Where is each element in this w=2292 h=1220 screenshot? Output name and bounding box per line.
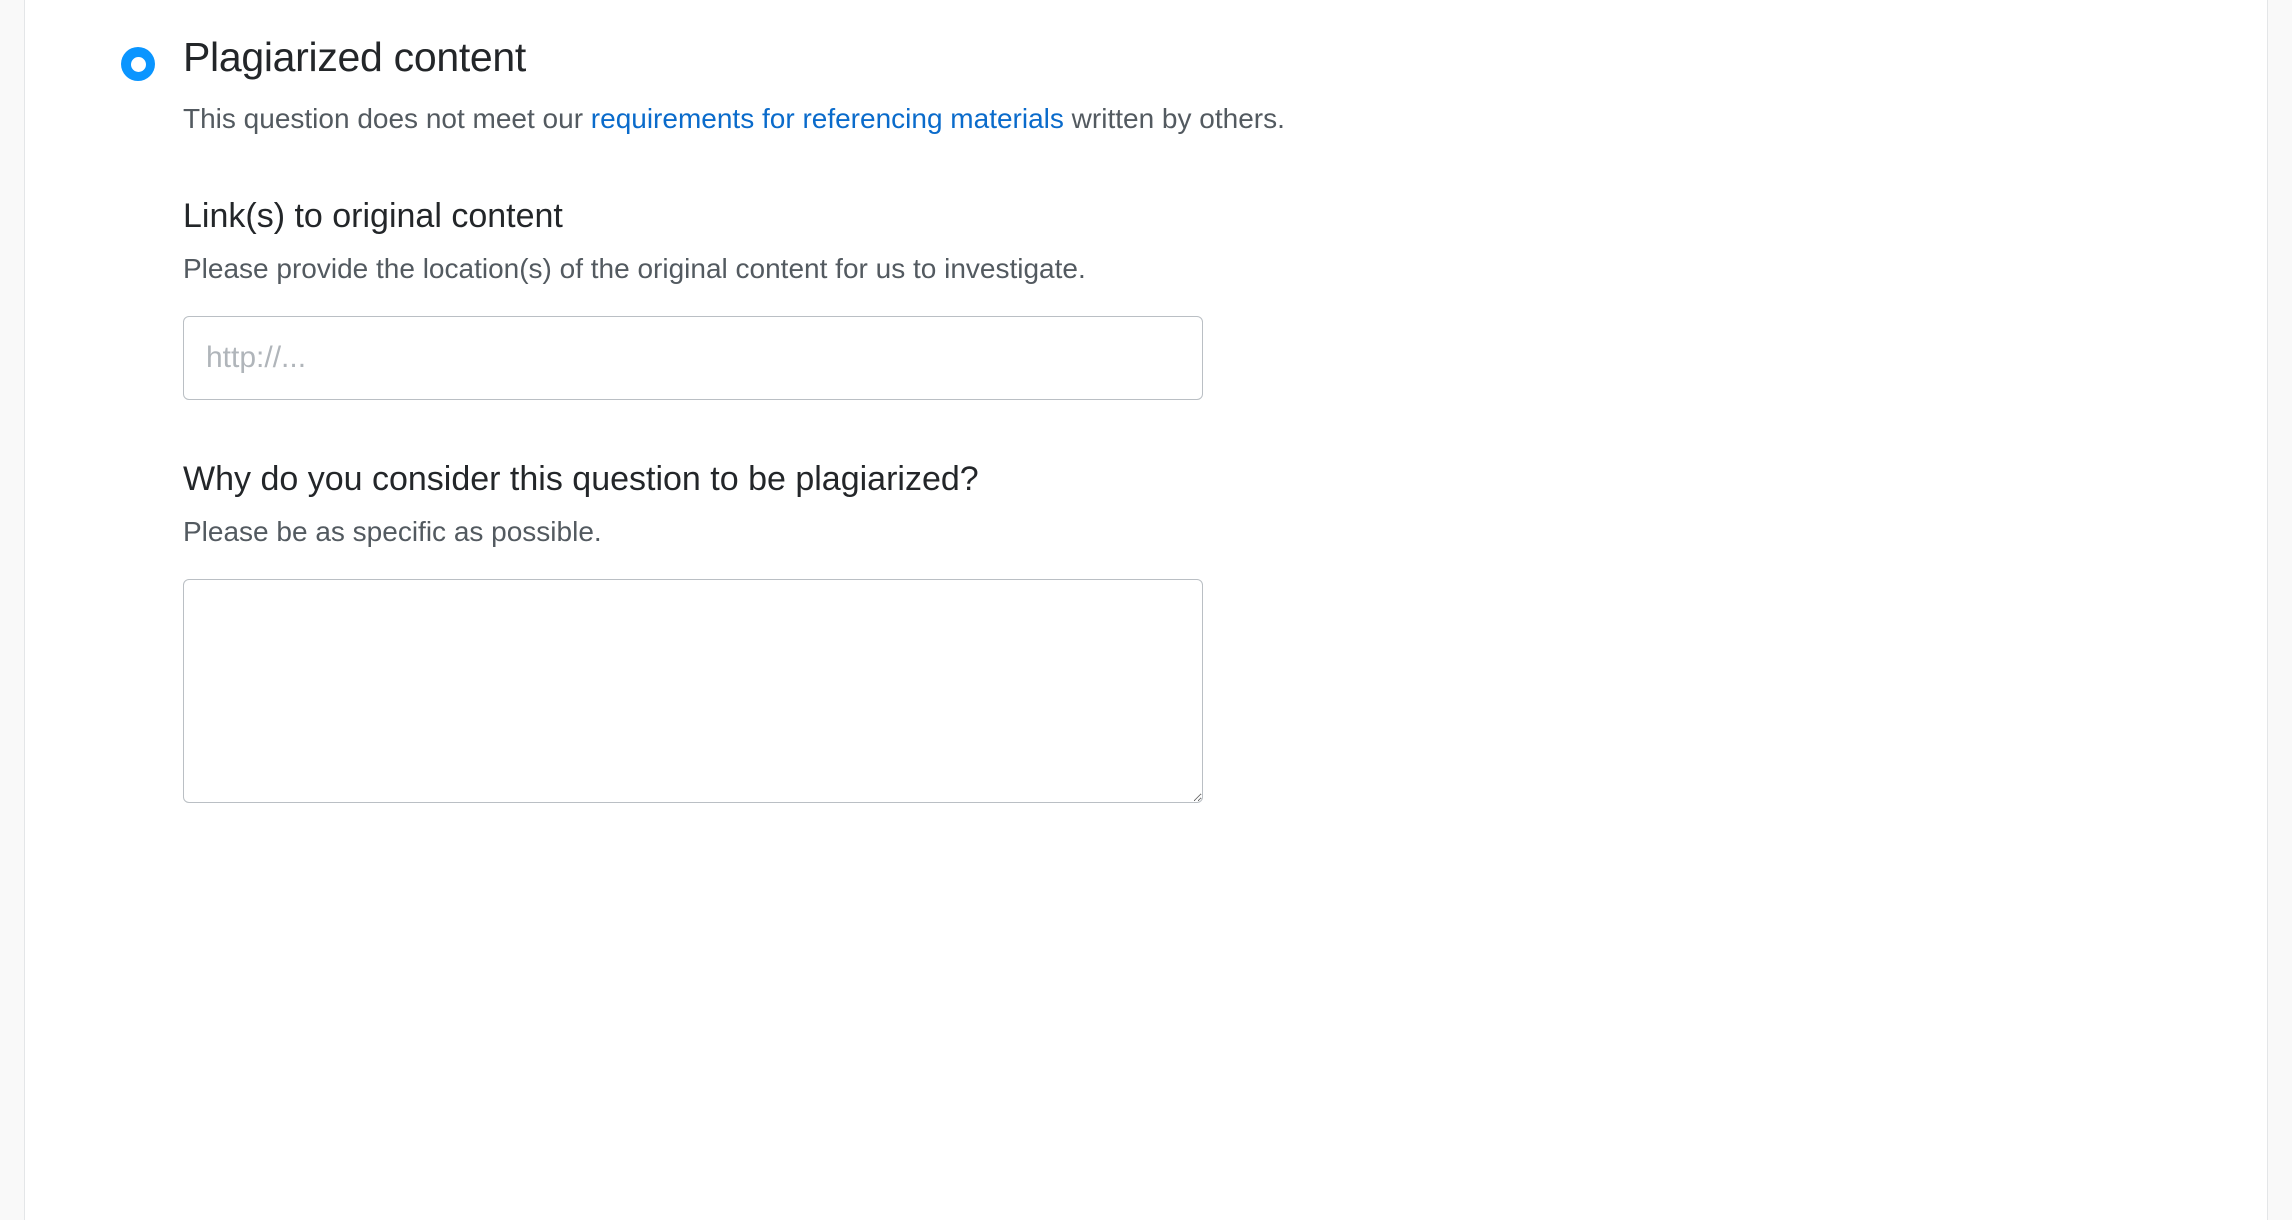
radio-inner-dot-icon bbox=[131, 57, 146, 72]
flag-option-desc-prefix: This question does not meet our bbox=[183, 103, 591, 134]
reason-section: Why do you consider this question to be … bbox=[183, 460, 2171, 810]
flag-option-title: Plagiarized content bbox=[183, 34, 2171, 81]
flag-option-content: Plagiarized content This question does n… bbox=[183, 34, 2171, 810]
referencing-requirements-link[interactable]: requirements for referencing materials bbox=[591, 103, 1064, 134]
reason-heading: Why do you consider this question to be … bbox=[183, 460, 2171, 499]
original-link-input[interactable] bbox=[183, 316, 1203, 400]
original-links-section: Link(s) to original content Please provi… bbox=[183, 197, 2171, 400]
original-links-help: Please provide the location(s) of the or… bbox=[183, 250, 2171, 288]
flag-option-desc-suffix: written by others. bbox=[1072, 103, 1285, 134]
flag-form-panel: Plagiarized content This question does n… bbox=[24, 0, 2268, 1220]
flag-option-description: This question does not meet our requirem… bbox=[183, 101, 2171, 137]
reason-help: Please be as specific as possible. bbox=[183, 513, 2171, 551]
flag-option-plagiarized[interactable]: Plagiarized content This question does n… bbox=[121, 34, 2171, 810]
reason-textarea[interactable] bbox=[183, 579, 1203, 803]
original-links-heading: Link(s) to original content bbox=[183, 197, 2171, 236]
radio-selected-icon[interactable] bbox=[121, 47, 155, 81]
